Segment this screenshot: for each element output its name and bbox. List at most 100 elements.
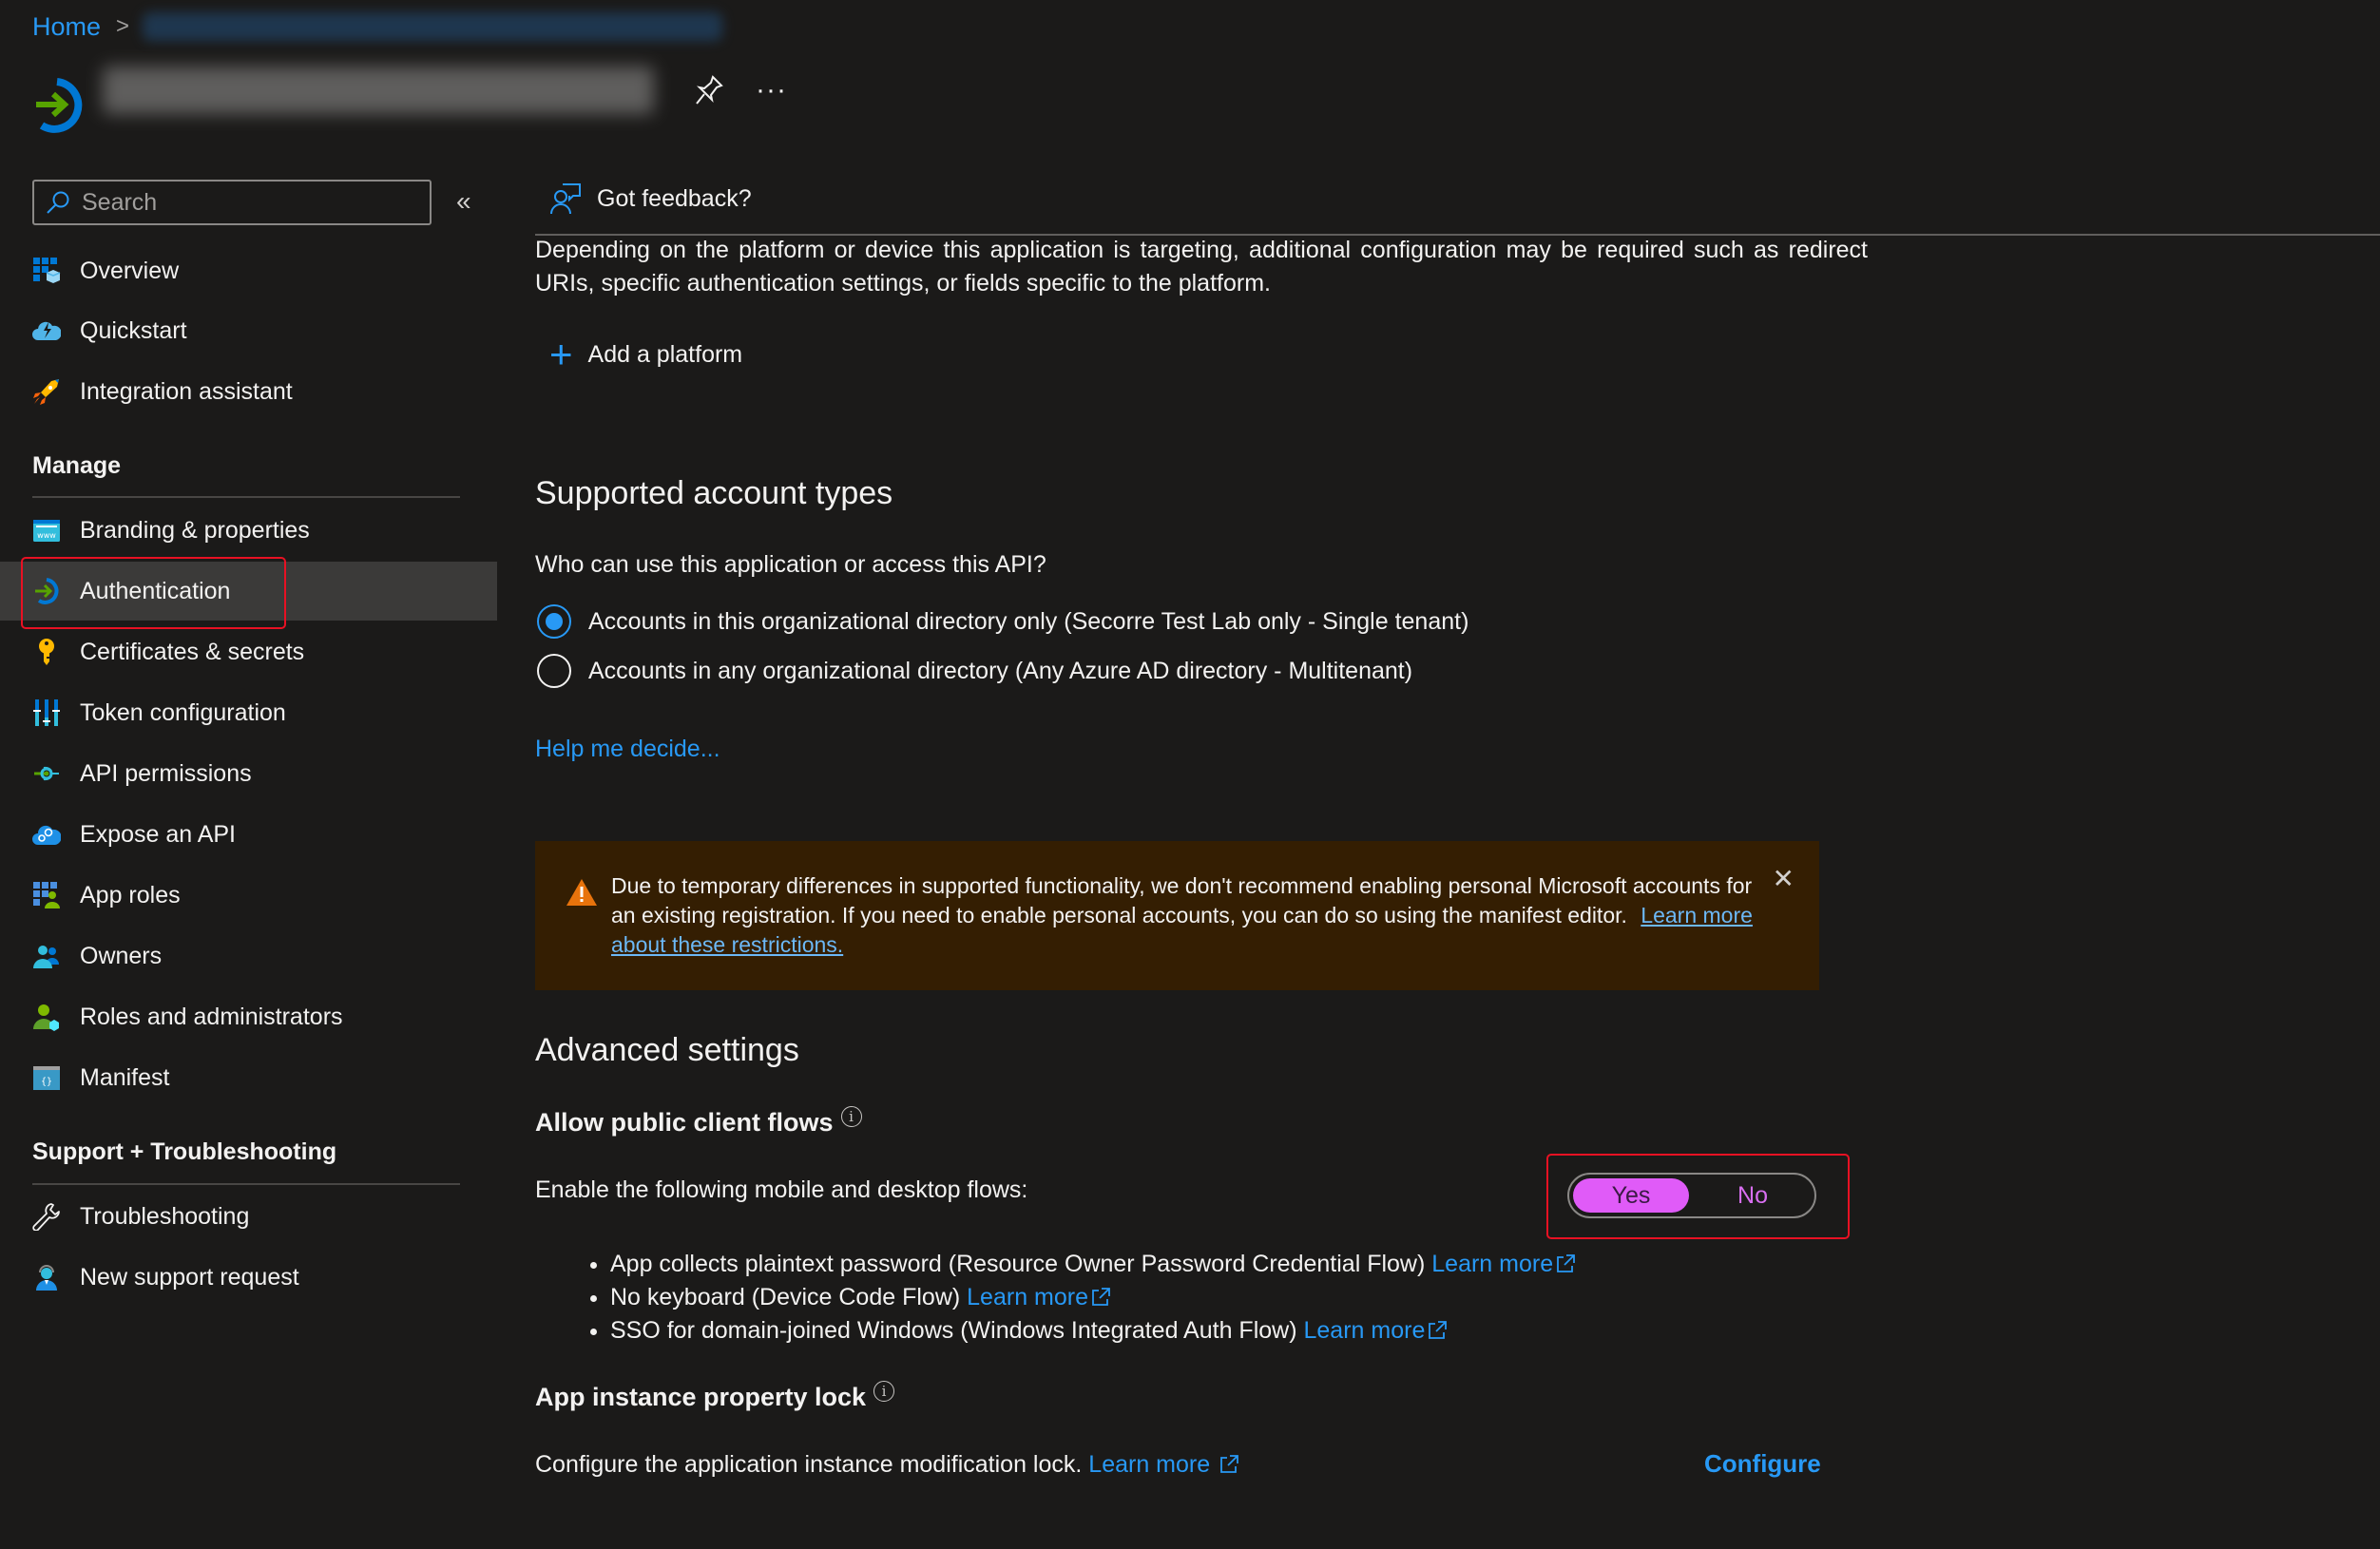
breadcrumb-separator: > [116, 13, 130, 39]
radio-label: Accounts in this organizational director… [588, 607, 1469, 635]
got-feedback-label: Got feedback? [597, 184, 752, 212]
platform-description: Depending on the platform or device this… [535, 237, 1868, 296]
sidebar-item-label: Certificates & secrets [80, 638, 305, 665]
sidebar-item-authentication[interactable]: Authentication [0, 562, 497, 621]
list-item: No keyboard (Device Code Flow) Learn mor… [610, 1281, 1576, 1314]
app-instance-property-lock-heading: App instance property lock i [535, 1380, 895, 1412]
info-icon[interactable]: i [873, 1380, 895, 1402]
sidebar-item-label: Expose an API [80, 820, 237, 848]
sidebar-item-label: API permissions [80, 759, 252, 787]
learn-more-link[interactable]: Learn more [1304, 1317, 1449, 1344]
sidebar-item-token-configuration[interactable]: Token configuration [0, 683, 497, 742]
app-instance-property-lock-title: App instance property lock [535, 1383, 867, 1411]
toggle-option-no[interactable]: No [1695, 1178, 1811, 1213]
sidebar-item-quickstart[interactable]: Quickstart [0, 301, 497, 360]
sidebar-item-api-permissions[interactable]: API permissions [0, 744, 497, 803]
sidebar-item-overview[interactable]: Overview [0, 241, 497, 300]
radio-button-selected[interactable] [537, 604, 571, 639]
sidebar-item-integration-assistant[interactable]: Integration assistant [0, 362, 497, 421]
allow-public-client-flows-title: Allow public client flows [535, 1108, 834, 1137]
sidebar-item-label: Owners [80, 942, 163, 969]
sidebar-item-label: Authentication [80, 577, 231, 604]
svg-text:{}: {} [41, 1077, 52, 1087]
flow-description: SSO for domain-joined Windows (Windows I… [610, 1317, 1297, 1344]
cloud-gear-icon [32, 820, 61, 849]
sidebar-item-label: Token configuration [80, 698, 286, 726]
overview-grid-icon [32, 257, 61, 285]
learn-more-link[interactable]: Learn more [967, 1284, 1111, 1310]
wrench-icon [32, 1202, 61, 1231]
sidebar-search[interactable] [32, 180, 432, 225]
got-feedback-button[interactable]: Got feedback? [549, 182, 752, 215]
sidebar-item-label: Branding & properties [80, 516, 310, 544]
account-type-option-multitenant[interactable]: Accounts in any organizational directory… [537, 654, 1412, 688]
learn-more-label: Learn more [1088, 1451, 1211, 1478]
help-me-decide-link[interactable]: Help me decide... [535, 736, 720, 763]
sidebar-item-owners[interactable]: Owners [0, 927, 497, 985]
warning-banner: Due to temporary differences in supporte… [535, 841, 1819, 990]
advanced-settings-heading: Advanced settings [535, 1032, 799, 1068]
list-item: SSO for domain-joined Windows (Windows I… [610, 1314, 1576, 1348]
external-link-icon [1557, 1254, 1576, 1272]
api-permissions-icon [32, 759, 61, 788]
breadcrumb-home-link[interactable]: Home [32, 12, 101, 42]
list-item: App collects plaintext password (Resourc… [610, 1248, 1576, 1281]
authentication-icon [32, 577, 61, 605]
sidebar-group-support-troubleshooting: Support + Troubleshooting [32, 1138, 337, 1165]
flow-description: App collects plaintext password (Resourc… [610, 1251, 1426, 1277]
sidebar-item-certificates-secrets[interactable]: Certificates & secrets [0, 622, 497, 681]
sidebar-item-label: Overview [80, 257, 180, 284]
radio-button[interactable] [537, 654, 571, 688]
sidebar-item-expose-api[interactable]: Expose an API [0, 805, 497, 864]
flow-description: No keyboard (Device Code Flow) [610, 1284, 961, 1310]
sidebar-group-manage: Manage [32, 452, 122, 479]
key-icon [32, 638, 61, 666]
toggle-option-yes[interactable]: Yes [1573, 1178, 1689, 1213]
add-platform-button[interactable]: + Add a platform [549, 335, 742, 374]
collapse-sidebar-button[interactable]: « [456, 186, 471, 217]
account-types-question: Who can use this application or access t… [535, 551, 1046, 578]
public-client-flows-list: App collects plaintext password (Resourc… [582, 1248, 1576, 1348]
owners-icon [32, 942, 61, 970]
sidebar-item-label: New support request [80, 1263, 299, 1291]
breadcrumb: Home > [32, 10, 723, 44]
search-icon [47, 191, 69, 214]
page-title-redacted [103, 67, 654, 114]
app-roles-icon [32, 881, 61, 909]
public-client-flows-toggle[interactable]: Yes No [1567, 1173, 1816, 1218]
external-link-icon [1429, 1321, 1448, 1339]
pin-icon[interactable] [694, 74, 724, 106]
external-link-icon [1220, 1455, 1239, 1473]
add-platform-label: Add a platform [587, 340, 743, 368]
sidebar-search-input[interactable] [82, 188, 405, 217]
instance-lock-description-row: Configure the application instance modif… [535, 1451, 1239, 1479]
sliders-icon [32, 698, 61, 727]
www-icon: www [32, 516, 61, 545]
account-type-option-single-tenant[interactable]: Accounts in this organizational director… [537, 604, 1468, 639]
sidebar-item-troubleshooting[interactable]: Troubleshooting [0, 1187, 497, 1246]
sidebar-divider [32, 496, 460, 498]
info-icon[interactable]: i [840, 1105, 862, 1127]
supported-account-types-heading: Supported account types [535, 475, 893, 511]
roles-admin-icon [32, 1003, 61, 1031]
ellipsis-icon[interactable]: ··· [756, 74, 787, 106]
sidebar-item-branding-properties[interactable]: www Branding & properties [0, 501, 497, 560]
warning-icon [566, 879, 597, 906]
sidebar-item-app-roles[interactable]: App roles [0, 866, 497, 925]
configure-button[interactable]: Configure [1704, 1449, 1821, 1479]
sidebar-item-label: Troubleshooting [80, 1202, 250, 1230]
breadcrumb-redacted-trail[interactable] [143, 12, 723, 41]
sidebar-item-new-support-request[interactable]: New support request [0, 1248, 497, 1307]
feedback-icon [550, 183, 581, 215]
warning-text: Due to temporary differences in supporte… [611, 873, 1753, 927]
learn-more-label: Learn more [967, 1284, 1089, 1310]
sidebar-item-manifest[interactable]: {} Manifest [0, 1048, 497, 1107]
authentication-icon [36, 78, 83, 133]
learn-more-link[interactable]: Learn more [1431, 1251, 1576, 1277]
sidebar-item-roles-administrators[interactable]: Roles and administrators [0, 987, 497, 1046]
radio-label: Accounts in any organizational directory… [588, 657, 1413, 684]
learn-more-link[interactable]: Learn more [1088, 1451, 1239, 1478]
sidebar-item-label: Manifest [80, 1063, 170, 1091]
rocket-icon [32, 377, 61, 406]
close-icon[interactable]: ✕ [1773, 864, 1795, 893]
